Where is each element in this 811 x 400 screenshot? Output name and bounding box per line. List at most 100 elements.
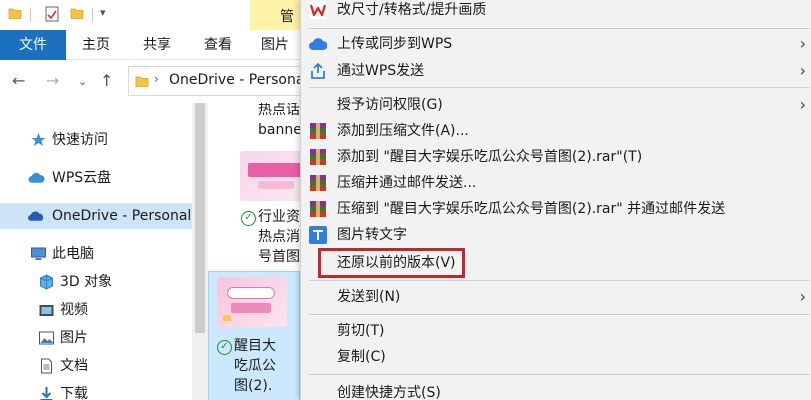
menu-item-label: 压缩到 "醒目大字娱乐吃瓜公众号首图(2).rar" 并通过邮件发送: [337, 201, 726, 217]
divider: [92, 8, 93, 22]
menu-separator: [309, 87, 809, 88]
back-arrow-icon[interactable]: ←: [12, 71, 25, 90]
menu-item-label: 添加到压缩文件(A)...: [337, 123, 469, 139]
menu-item-label: 复制(C): [337, 349, 386, 365]
file-thumbnail: [240, 151, 300, 201]
menu-item-label: 剪切(T): [337, 323, 385, 339]
cloud-icon: [28, 172, 45, 183]
navigation-scrollbar[interactable]: [192, 103, 208, 400]
file-name-line: banne: [258, 122, 300, 138]
sidebar-item-videos[interactable]: 视频: [0, 297, 192, 323]
menu-item-label: 图片转文字: [337, 227, 407, 243]
forward-arrow-icon[interactable]: →: [46, 71, 59, 90]
file-name-line: 热点消: [258, 229, 300, 245]
sidebar-item-documents[interactable]: 文档: [0, 353, 192, 379]
folder-icon: [8, 8, 22, 19]
sidebar-item-onedrive[interactable]: OneDrive - Personal: [0, 203, 192, 229]
menu-separator: [309, 374, 809, 375]
tab-picture-tools[interactable]: 图片: [250, 30, 300, 60]
list-item[interactable]: ✓ 行业资 热点消 号首图: [208, 145, 300, 265]
address-path: OneDrive - Persona: [169, 72, 305, 88]
image-to-text-icon: [309, 226, 327, 244]
new-folder-icon[interactable]: [70, 6, 84, 20]
video-icon: [39, 305, 54, 316]
menu-separator: [309, 280, 809, 281]
tab-file[interactable]: 文件: [0, 30, 66, 60]
manage-label: 管: [280, 9, 294, 25]
computer-icon: [31, 247, 46, 260]
menu-item-compress-rar-email[interactable]: 压缩到 "醒目大字娱乐吃瓜公众号首图(2).rar" 并通过邮件发送: [301, 196, 811, 222]
sidebar-item-3d-objects[interactable]: 3D 对象: [0, 269, 192, 295]
sidebar-item-downloads[interactable]: 下载: [0, 381, 192, 400]
sidebar-item-pictures[interactable]: 图片: [0, 325, 192, 351]
submenu-arrow-icon: ›: [799, 287, 806, 306]
breadcrumb-chevron-icon[interactable]: ›: [154, 72, 159, 86]
submenu-arrow-icon: ›: [799, 34, 806, 53]
menu-item-send-via-wps[interactable]: 通过WPS发送 ›: [301, 58, 811, 84]
sidebar-item-label: 3D 对象: [60, 274, 113, 290]
file-list: 热点话 banne ✓ 行业资 热点消 号首图 ✓ 醒目大 吃瓜公 图(2).: [208, 103, 300, 400]
tab-view[interactable]: 查看: [188, 30, 248, 60]
sidebar-item-label: 图片: [60, 330, 88, 346]
file-thumbnail: [217, 277, 287, 327]
sidebar-item-label: 此电脑: [52, 246, 94, 262]
sidebar-item-quick-access[interactable]: 快速访问: [0, 127, 192, 153]
menu-item-send-to[interactable]: 发送到(N) ›: [301, 284, 811, 310]
document-icon: [41, 358, 52, 374]
share-icon: [311, 62, 325, 79]
menu-item-compress-email[interactable]: 压缩并通过邮件发送...: [301, 170, 811, 196]
quick-access-dropdown-icon[interactable]: ▾: [100, 6, 106, 19]
folder-icon: [135, 76, 149, 87]
menu-item-cut[interactable]: 剪切(T): [301, 318, 811, 344]
sidebar-item-wps-cloud[interactable]: WPS云盘: [0, 165, 192, 191]
menu-item-label: 通过WPS发送: [337, 63, 425, 79]
menu-item-copy[interactable]: 复制(C): [301, 344, 811, 370]
sidebar-item-label: WPS云盘: [52, 170, 112, 186]
file-name-line: 行业资: [258, 209, 300, 225]
menu-item-add-to-archive[interactable]: 添加到压缩文件(A)...: [301, 118, 811, 144]
wps-icon: [309, 1, 327, 19]
recent-locations-chevron-icon[interactable]: ⌄: [78, 75, 87, 88]
sidebar-item-label: 快速访问: [52, 132, 108, 148]
menu-item-label: 上传或同步到WPS: [337, 36, 453, 52]
sidebar-item-label: 视频: [60, 302, 88, 318]
onedrive-icon: [28, 211, 44, 221]
sync-check-icon: ✓: [217, 340, 232, 355]
menu-item-add-to-rar[interactable]: 添加到 "醒目大字娱乐吃瓜公众号首图(2).rar"(T): [301, 144, 811, 170]
menu-separator: [309, 28, 809, 29]
menu-item-resize-convert[interactable]: 改尺寸/转格式/提升画质: [301, 0, 811, 23]
download-icon: [40, 387, 53, 400]
cube-3d-icon: [40, 274, 53, 290]
scrollbar-thumb[interactable]: [195, 103, 205, 333]
menu-item-image-to-text[interactable]: 图片转文字: [301, 222, 811, 248]
tab-home[interactable]: 主页: [66, 30, 126, 60]
menu-item-upload-wps[interactable]: 上传或同步到WPS ›: [301, 31, 811, 57]
file-name-line: 号首图: [258, 249, 300, 265]
sidebar-item-label: 文档: [60, 358, 88, 374]
sidebar-item-label: OneDrive - Personal: [52, 208, 192, 224]
file-name-line: 吃瓜公: [234, 358, 276, 374]
up-arrow-icon[interactable]: ↑: [100, 71, 113, 90]
properties-icon[interactable]: [44, 6, 60, 22]
file-name-line: 图(2).: [234, 378, 273, 394]
context-menu: 改尺寸/转格式/提升画质 上传或同步到WPS › 通过WPS发送 › 授予访问权…: [300, 0, 811, 400]
list-item[interactable]: 热点话 banne: [208, 103, 300, 143]
highlight-annotation-box: [318, 248, 465, 278]
winrar-icon: [310, 123, 326, 139]
tab-share[interactable]: 共享: [126, 30, 188, 60]
star-icon: [31, 133, 46, 146]
address-bar[interactable]: › OneDrive - Persona: [128, 66, 328, 96]
menu-item-create-shortcut[interactable]: 创建快捷方式(S): [301, 380, 811, 400]
menu-item-grant-access[interactable]: 授予访问权限(G) ›: [301, 92, 811, 118]
picture-icon: [39, 331, 54, 345]
file-name-line: 醒目大: [234, 338, 276, 354]
winrar-icon: [310, 175, 326, 191]
menu-item-label: 改尺寸/转格式/提升画质: [337, 2, 487, 18]
submenu-arrow-icon: ›: [799, 61, 806, 80]
sync-check-icon: ✓: [241, 211, 256, 226]
list-item-selected[interactable]: ✓ 醒目大 吃瓜公 图(2).: [208, 271, 300, 400]
menu-item-label: 添加到 "醒目大字娱乐吃瓜公众号首图(2).rar"(T): [337, 149, 643, 165]
sidebar-item-this-pc[interactable]: 此电脑: [0, 241, 192, 267]
wps-cloud-icon: [309, 38, 327, 50]
menu-item-label: 发送到(N): [337, 289, 401, 305]
